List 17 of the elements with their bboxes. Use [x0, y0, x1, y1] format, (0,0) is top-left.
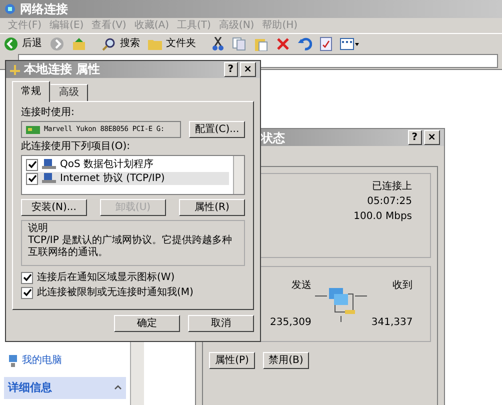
duration-value: 05:07:25	[367, 195, 412, 208]
description-text: TCP/IP 是默认的广域网协议。它提供跨越多种互联网络的通讯。	[28, 235, 234, 259]
received-label: 收到	[392, 279, 413, 292]
field-label: 连接时使用:	[21, 106, 76, 119]
sent-value: 235,309	[270, 316, 312, 329]
window-title: 网络连接	[20, 1, 68, 18]
component-label: Internet 协议 (TCP/IP)	[60, 172, 165, 185]
component-label: QoS 数据包计划程序	[60, 158, 154, 171]
speed-value: 100.0 Mbps	[354, 210, 412, 223]
received-value: 341,337	[371, 316, 413, 329]
status-value: 已连接上	[372, 180, 412, 193]
dialog-title: 本地连接 属性	[24, 63, 100, 76]
section-title: 详细信息	[8, 381, 52, 395]
sent-label: 发送	[290, 279, 312, 292]
group-title: 说明	[28, 222, 49, 235]
dialog-title: 状态	[261, 130, 285, 146]
field-label: 此连接使用下列项目(O):	[21, 140, 132, 153]
